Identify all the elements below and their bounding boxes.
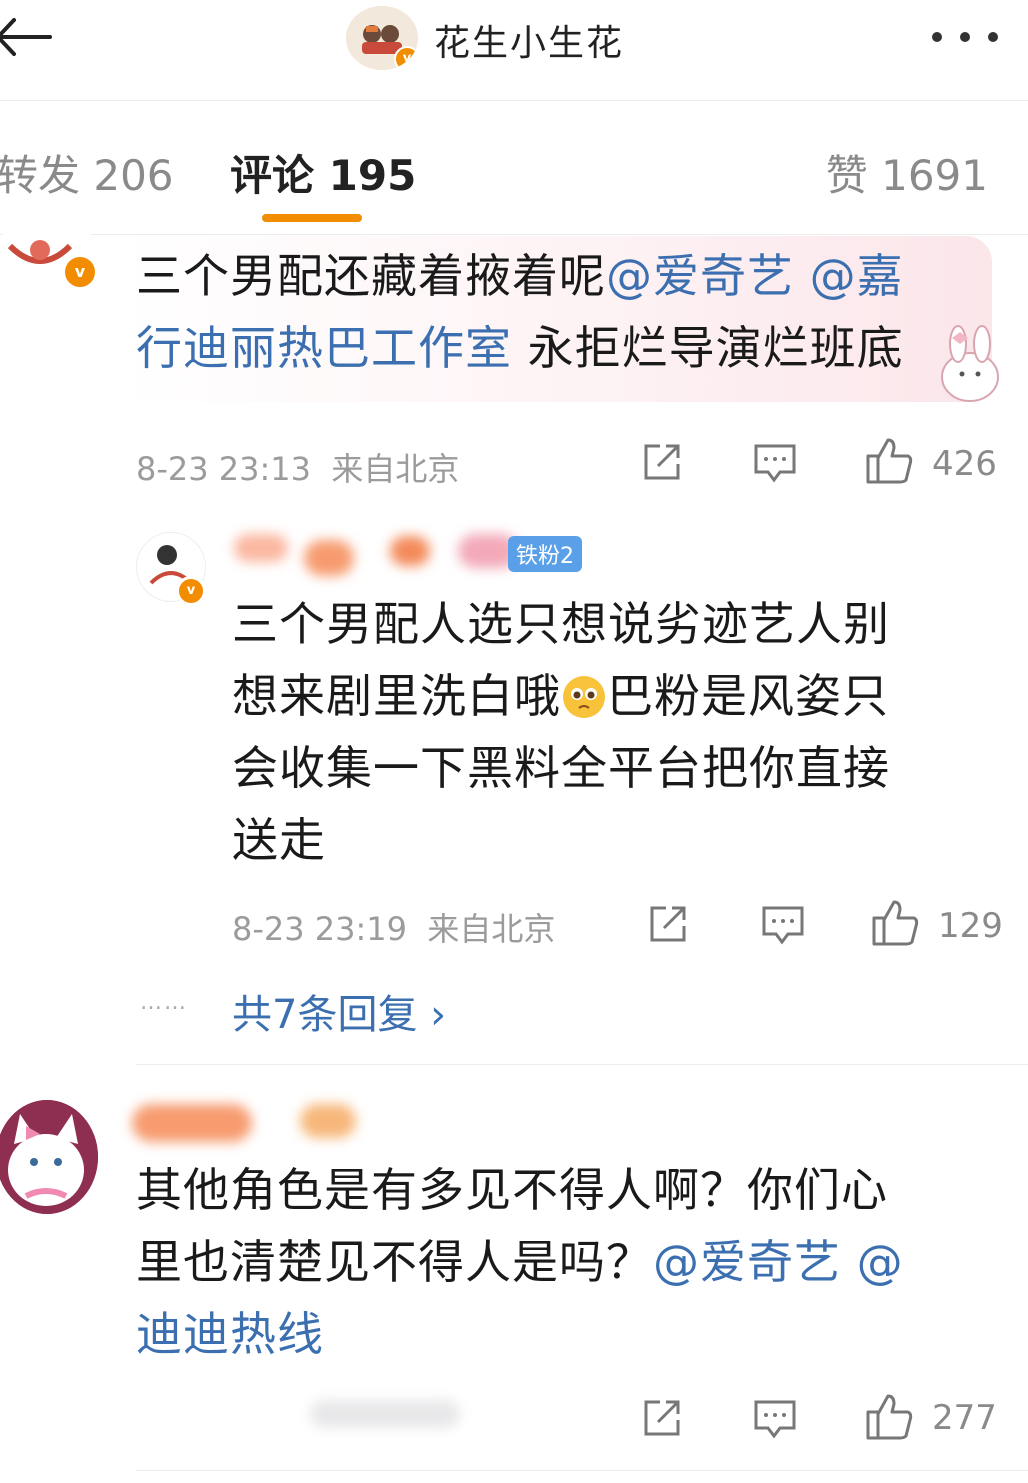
comment-text: 其他角色是有多见不得人啊？你们心 里也清楚见不得人是吗？@爱奇艺 @ 迪迪热线: [136, 1163, 904, 1361]
mention-link[interactable]: @爱奇艺 @: [653, 1235, 904, 1289]
verified-badge: v: [176, 576, 206, 606]
reply-timestamp: 8-23 23:19 来自北京: [232, 910, 556, 948]
like-count: 277: [932, 1398, 997, 1438]
share-icon[interactable]: [640, 440, 684, 484]
comment-icon[interactable]: [752, 1398, 798, 1440]
like-icon[interactable]: [864, 436, 914, 486]
comment-text: 三个男配还藏着掖着呢@爱奇艺 @嘉 行迪丽热巴工作室 永拒烂导演烂班底: [136, 249, 904, 375]
blurred-username: [390, 536, 430, 566]
top-bar: v 花生小生花: [0, 0, 1028, 101]
blurred-timestamp: [310, 1400, 460, 1428]
blurred-username: [234, 534, 288, 562]
fan-level-badge: 铁粉2: [508, 536, 582, 572]
view-replies-link[interactable]: 共7条回复 ›: [232, 982, 446, 1040]
mention-link[interactable]: @爱奇艺 @嘉: [606, 249, 904, 303]
like-icon[interactable]: [864, 1392, 914, 1442]
tab-comments[interactable]: 评论 195: [230, 142, 416, 203]
cat-avatar-icon: [0, 1100, 98, 1214]
verified-badge: v: [62, 254, 98, 290]
thread-dots: ……: [140, 990, 188, 1015]
comment-timestamp: 8-23 23:13 来自北京: [136, 450, 460, 488]
share-icon[interactable]: [640, 1396, 684, 1440]
back-arrow-icon[interactable]: [0, 12, 56, 62]
share-icon[interactable]: [646, 902, 690, 946]
blurred-username: [300, 1104, 356, 1138]
comment-icon[interactable]: [760, 904, 806, 946]
verified-badge: v: [394, 46, 418, 70]
blurred-username: [132, 1104, 252, 1142]
mention-link[interactable]: 行迪丽热巴工作室: [136, 321, 512, 375]
page-title: 花生小生花: [434, 23, 625, 64]
blurred-username: [304, 540, 354, 576]
author-avatar[interactable]: v: [346, 6, 418, 70]
comment-divider: [136, 1064, 1028, 1065]
tab-likes[interactable]: 赞 1691: [826, 142, 988, 203]
comment-avatar[interactable]: [0, 1100, 98, 1214]
like-count: 129: [938, 906, 1003, 946]
pleading-emoji-icon: [563, 676, 605, 718]
reply-text: 三个男配人选只想说劣迹艺人别 想来剧里洗白哦 巴粉是风姿只 会收集一下黑料全平台…: [232, 597, 890, 867]
tab-bar: 转发 206 评论 195 赞 1691: [0, 100, 1028, 235]
tab-repost[interactable]: 转发 206: [0, 142, 174, 203]
active-tab-indicator: [262, 214, 362, 222]
comment-icon[interactable]: [752, 442, 798, 484]
like-count: 426: [932, 444, 997, 484]
mention-link[interactable]: 迪迪热线: [136, 1307, 324, 1361]
bunny-sticker-icon: [941, 325, 999, 402]
like-icon[interactable]: [870, 898, 920, 948]
more-dots-icon[interactable]: [930, 30, 1000, 44]
comment-divider: [136, 1470, 1028, 1471]
